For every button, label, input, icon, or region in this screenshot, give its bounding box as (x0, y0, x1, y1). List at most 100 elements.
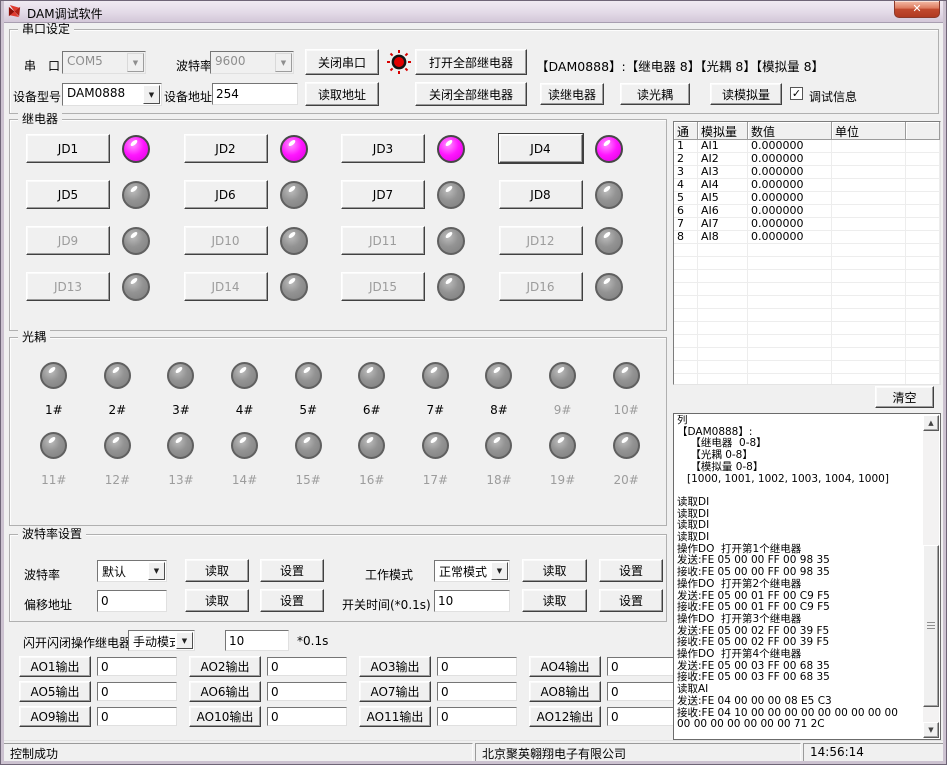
chevron-down-icon: ▼ (127, 53, 144, 72)
table-row[interactable] (674, 335, 940, 348)
opto-led-5# (295, 362, 322, 389)
switch-time-label: 开关时间(*0.1s) (342, 596, 431, 613)
read-opto-button[interactable]: 读光耦 (620, 83, 690, 105)
table-row[interactable] (674, 270, 940, 283)
scrollbar-thumb[interactable] (923, 545, 939, 707)
table-row[interactable]: 6AI60.000000 (674, 205, 940, 218)
opto-led-15# (295, 432, 322, 459)
relay-button-JD8[interactable]: JD8 (499, 180, 583, 209)
ao-input-AO2输出[interactable] (267, 657, 347, 676)
ao-input-AO3输出[interactable] (437, 657, 517, 676)
clear-log-button[interactable]: 清空 (875, 386, 934, 408)
relay-led-JD4 (595, 135, 623, 163)
ao-button-AO5输出[interactable]: AO5输出 (19, 681, 91, 702)
relay-button-JD6[interactable]: JD6 (184, 180, 268, 209)
relay-button-JD4[interactable]: JD4 (499, 134, 583, 163)
table-row[interactable] (674, 296, 940, 309)
relay-button-JD3[interactable]: JD3 (341, 134, 425, 163)
debug-info-checkbox[interactable]: ✓ (790, 87, 803, 100)
table-row[interactable] (674, 309, 940, 322)
ao-input-AO5输出[interactable] (97, 682, 177, 701)
column-header[interactable] (906, 122, 940, 140)
ao-button-AO7输出[interactable]: AO7输出 (359, 681, 431, 702)
ao-input-AO11输出[interactable] (437, 707, 517, 726)
ao-button-AO1输出[interactable]: AO1输出 (19, 656, 91, 677)
opto-label: 14# (232, 473, 257, 487)
flash-time-input[interactable] (225, 630, 289, 651)
close-button[interactable]: ✕ (894, 1, 940, 18)
read-relay-button[interactable]: 读继电器 (540, 83, 604, 105)
table-row[interactable]: 7AI70.000000 (674, 218, 940, 231)
read-address-button[interactable]: 读取地址 (305, 82, 379, 106)
baud-setting-select[interactable]: 默认 ▼ (97, 560, 167, 582)
relay-grid: JD1JD2JD3JD4JD5JD6JD7JD8JD9JD10JD11JD12J… (26, 134, 656, 322)
ao-button-AO4输出[interactable]: AO4输出 (529, 656, 601, 677)
ao-button-AO6输出[interactable]: AO6输出 (189, 681, 261, 702)
ao-button-AO10输出[interactable]: AO10输出 (189, 706, 261, 727)
work-mode-read-button[interactable]: 读取 (522, 559, 587, 582)
read-analog-button[interactable]: 读模拟量 (710, 83, 782, 105)
table-row[interactable]: 2AI20.000000 (674, 153, 940, 166)
relay-cell: JD11 (341, 226, 499, 255)
opto-led-1# (40, 362, 67, 389)
table-row[interactable] (674, 374, 940, 385)
table-row[interactable] (674, 348, 940, 361)
work-mode-select[interactable]: 正常模式 ▼ (434, 560, 510, 582)
column-header[interactable]: 数值 (748, 122, 832, 140)
relay-button-JD1[interactable]: JD1 (26, 134, 110, 163)
ao-button-AO2输出[interactable]: AO2输出 (189, 656, 261, 677)
log-panel[interactable]: 列 【DAM0888】: 【继电器 0-8】 【光耦 0-8】 【模拟量 0-8… (673, 413, 941, 740)
work-mode-set-button[interactable]: 设置 (599, 559, 663, 582)
device-model-select[interactable]: DAM0888 ▼ (62, 83, 162, 106)
serial-open-indicator-icon (384, 47, 414, 80)
offset-address-input[interactable] (97, 590, 167, 612)
ao-input-AO7输出[interactable] (437, 682, 517, 701)
table-row[interactable] (674, 244, 940, 257)
table-row[interactable] (674, 361, 940, 374)
ao-input-AO1输出[interactable] (97, 657, 177, 676)
table-row[interactable] (674, 283, 940, 296)
open-all-relays-button[interactable]: 打开全部继电器 (415, 49, 527, 75)
offset-read-button[interactable]: 读取 (185, 589, 249, 612)
close-all-relays-button[interactable]: 关闭全部继电器 (415, 82, 527, 106)
baud-set-button[interactable]: 设置 (260, 559, 324, 582)
column-header[interactable]: 单位 (832, 122, 906, 140)
table-row[interactable] (674, 257, 940, 270)
flash-mode-select[interactable]: 手动模式 ▼ (128, 630, 195, 651)
company-name: 北京聚英翱翔电子有限公司 (475, 743, 801, 762)
ao-input-AO6输出[interactable] (267, 682, 347, 701)
column-header[interactable]: 模拟量 (698, 122, 748, 140)
scroll-up-icon[interactable]: ▲ (923, 415, 939, 431)
table-row[interactable] (674, 322, 940, 335)
ao-button-AO9输出[interactable]: AO9输出 (19, 706, 91, 727)
ao-button-AO8输出[interactable]: AO8输出 (529, 681, 601, 702)
device-address-input[interactable] (212, 83, 298, 105)
device-address-label: 设备地址 (164, 88, 212, 105)
app-window: DAM调试软件 ✕ 串口设定 串 口 COM5 ▼ 波特率 9600 ▼ 关闭串… (0, 0, 947, 765)
relay-button-JD5[interactable]: JD5 (26, 180, 110, 209)
offset-set-button[interactable]: 设置 (260, 589, 324, 612)
serial-settings-group: 串口设定 串 口 COM5 ▼ 波特率 9600 ▼ 关闭串口 打开全部继电器 (9, 29, 939, 114)
table-row[interactable]: 8AI80.000000 (674, 231, 940, 244)
chevron-down-icon: ▼ (148, 562, 165, 580)
ao-button-AO3输出[interactable]: AO3输出 (359, 656, 431, 677)
relay-button-JD2[interactable]: JD2 (184, 134, 268, 163)
table-row[interactable]: 4AI40.000000 (674, 179, 940, 192)
relay-led-JD3 (437, 135, 465, 163)
relay-button-JD7[interactable]: JD7 (341, 180, 425, 209)
switch-time-set-button[interactable]: 设置 (599, 589, 663, 612)
switch-time-read-button[interactable]: 读取 (522, 589, 587, 612)
baud-read-button[interactable]: 读取 (185, 559, 249, 582)
table-row[interactable]: 3AI30.000000 (674, 166, 940, 179)
switch-time-input[interactable] (434, 590, 510, 612)
scroll-down-icon[interactable]: ▼ (923, 722, 939, 738)
ao-button-AO12输出[interactable]: AO12输出 (529, 706, 601, 727)
log-scrollbar[interactable]: ▲ ▼ (923, 415, 939, 738)
ao-input-AO9输出[interactable] (97, 707, 177, 726)
ao-input-AO10输出[interactable] (267, 707, 347, 726)
column-header[interactable]: 通 (674, 122, 698, 140)
table-row[interactable]: 1AI10.000000 (674, 140, 940, 153)
close-serial-button[interactable]: 关闭串口 (305, 49, 379, 75)
ao-button-AO11输出[interactable]: AO11输出 (359, 706, 431, 727)
table-row[interactable]: 5AI50.000000 (674, 192, 940, 205)
